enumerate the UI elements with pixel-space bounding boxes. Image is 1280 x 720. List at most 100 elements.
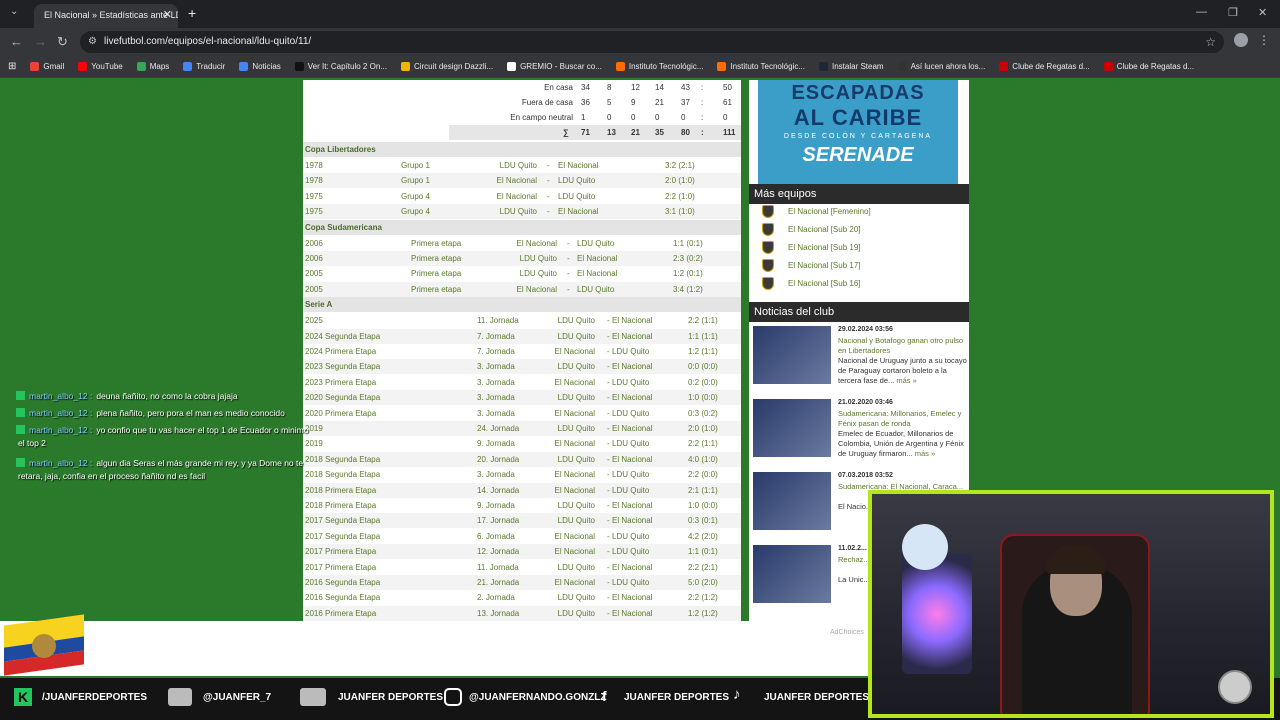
match-home-team[interactable]: El Nacional <box>555 409 595 418</box>
minimize-icon[interactable]: — <box>1196 6 1207 18</box>
match-away-team[interactable]: El Nacional <box>612 424 652 433</box>
match-round[interactable]: 14. Jornada <box>477 486 519 495</box>
match-away-team[interactable]: LDU Quito <box>577 239 614 248</box>
match-round[interactable]: 13. Jornada <box>477 609 519 618</box>
match-away-team[interactable]: El Nacional <box>612 516 652 525</box>
news-thumbnail[interactable] <box>753 472 831 530</box>
match-home-team[interactable]: El Nacional <box>555 378 595 387</box>
team-link[interactable]: El Nacional [Sub 16] <box>760 275 960 293</box>
match-row[interactable]: 2006 Primera etapa El Nacional - LDU Quito 1:… <box>303 236 741 251</box>
match-round[interactable]: 9. Jornada <box>477 501 515 510</box>
match-score[interactable]: 1:2 (0:1) <box>673 269 703 278</box>
match-home-team[interactable]: LDU Quito <box>558 563 595 572</box>
match-home-team[interactable]: LDU Quito <box>558 362 595 371</box>
match-away-team[interactable]: LDU Quito <box>612 578 649 587</box>
match-home-team[interactable]: El Nacional <box>555 532 595 541</box>
news-more-link[interactable]: más » <box>915 449 935 458</box>
bookmark-1[interactable]: YouTube <box>78 62 123 71</box>
match-round[interactable]: Grupo 4 <box>401 207 430 216</box>
match-season[interactable]: 2019 <box>305 439 323 448</box>
back-icon[interactable]: ← <box>10 34 23 49</box>
match-score[interactable]: 2:2 (1:1) <box>688 439 718 448</box>
match-season[interactable]: 2023 Primera Etapa <box>305 378 376 387</box>
match-round[interactable]: 3. Jornada <box>477 470 515 479</box>
new-tab-icon[interactable]: + <box>188 5 196 21</box>
match-round[interactable]: Grupo 1 <box>401 176 430 185</box>
news-title[interactable]: Nacional y Botafogo ganan otro pulso en … <box>838 336 968 356</box>
match-away-team[interactable]: LDU Quito <box>558 176 595 185</box>
bookmark-8[interactable]: Instituto Tecnológic... <box>615 62 703 71</box>
match-away-team[interactable]: El Nacional <box>612 563 652 572</box>
news-item[interactable]: 29.02.2024 03:56 Nacional y Botafogo gana… <box>753 326 968 388</box>
match-round[interactable]: 2. Jornada <box>477 593 515 602</box>
match-season[interactable]: 2018 Primera Etapa <box>305 501 376 510</box>
team-name[interactable]: El Nacional [Sub 17] <box>788 261 861 270</box>
match-score[interactable]: 1:0 (0:0) <box>688 501 718 510</box>
match-season[interactable]: 2020 Segunda Etapa <box>305 393 380 402</box>
active-tab[interactable]: El Nacional » Estadísticas ante LDU ✕ <box>34 4 178 28</box>
match-away-team[interactable]: LDU Quito <box>612 439 649 448</box>
match-away-team[interactable]: LDU Quito <box>612 378 649 387</box>
apps-grid-icon[interactable]: ⊞ <box>8 61 16 72</box>
match-row[interactable]: 1978 Grupo 1 LDU Quito - El Nacional 3:2 (2:1… <box>303 158 741 173</box>
match-score[interactable]: 1:1 (0:1) <box>673 239 703 248</box>
match-away-team[interactable]: LDU Quito <box>558 192 595 201</box>
forward-icon[interactable]: → <box>34 34 47 49</box>
match-row[interactable]: 2017 Primera Etapa 11. Jornada LDU Quito - E… <box>303 560 741 575</box>
match-season[interactable]: 2018 Segunda Etapa <box>305 455 380 464</box>
match-score[interactable]: 3:2 (2:1) <box>665 161 695 170</box>
match-row[interactable]: 2016 Segunda Etapa 2. Jornada LDU Quito - El… <box>303 590 741 605</box>
match-away-team[interactable]: LDU Quito <box>577 285 614 294</box>
match-away-team[interactable]: El Nacional <box>558 161 598 170</box>
bookmark-11[interactable]: Así lucen ahora los... <box>897 62 985 71</box>
cruise-advert[interactable]: ESCAPADAS AL CARIBE DESDE COLÓN Y CARTAG… <box>758 80 958 184</box>
match-row[interactable]: 2018 Primera Etapa 9. Jornada LDU Quito - El… <box>303 498 741 513</box>
site-info-icon[interactable]: ⚙ <box>88 36 97 47</box>
match-away-team[interactable]: LDU Quito <box>612 547 649 556</box>
match-round[interactable]: 21. Jornada <box>477 578 519 587</box>
tab-close-icon[interactable]: ✕ <box>163 8 172 21</box>
match-row[interactable]: 2005 Primera etapa LDU Quito - El Nacional 1:… <box>303 266 741 281</box>
match-round[interactable]: 11. Jornada <box>477 316 519 325</box>
match-round[interactable]: 3. Jornada <box>477 409 515 418</box>
match-score[interactable]: 1:2 (1:2) <box>688 609 718 618</box>
match-home-team[interactable]: El Nacional <box>555 578 595 587</box>
match-score[interactable]: 2:2 (1:0) <box>665 192 695 201</box>
match-score[interactable]: 1:1 (0:1) <box>688 547 718 556</box>
match-score[interactable]: 2:2 (1:1) <box>688 316 718 325</box>
match-home-team[interactable]: El Nacional <box>555 547 595 556</box>
match-score[interactable]: 0:0 (0:0) <box>688 362 718 371</box>
maximize-icon[interactable]: ❐ <box>1228 6 1238 19</box>
match-row[interactable]: 2016 Segunda Etapa 21. Jornada El Nacional… <box>303 575 741 590</box>
match-away-team[interactable]: El Nacional <box>612 316 652 325</box>
team-name[interactable]: El Nacional [Sub 16] <box>788 279 861 288</box>
team-link[interactable]: El Nacional [Femenino] <box>760 203 960 221</box>
bookmark-13[interactable]: Clube de Regatas d... <box>1103 62 1194 71</box>
match-away-team[interactable]: El Nacional <box>612 501 652 510</box>
match-away-team[interactable]: El Nacional <box>612 455 652 464</box>
match-row[interactable]: 2019 9. Jornada El Nacional - LDU Quito 2:2 (… <box>303 436 741 451</box>
match-home-team[interactable]: LDU Quito <box>520 254 557 263</box>
bookmark-10[interactable]: Instalar Steam <box>819 62 884 71</box>
news-thumbnail[interactable] <box>753 399 831 457</box>
match-home-team[interactable]: LDU Quito <box>558 455 595 464</box>
match-away-team[interactable]: El Nacional <box>612 609 652 618</box>
match-score[interactable]: 0:3 (0:2) <box>688 409 718 418</box>
match-away-team[interactable]: El Nacional <box>577 254 617 263</box>
tab-search-icon[interactable]: ⌄ <box>10 6 18 17</box>
news-title[interactable]: Sudamericana: Millonarios, Emelec y Féni… <box>838 409 968 429</box>
match-round[interactable]: 24. Jornada <box>477 424 519 433</box>
match-season[interactable]: 2017 Segunda Etapa <box>305 516 380 525</box>
match-away-team[interactable]: LDU Quito <box>612 347 649 356</box>
match-round[interactable]: 6. Jornada <box>477 532 515 541</box>
match-season[interactable]: 1975 <box>305 207 323 216</box>
match-home-team[interactable]: LDU Quito <box>520 269 557 278</box>
bookmark-6[interactable]: Circuit design Dazzli... <box>400 62 493 71</box>
match-round[interactable]: 12. Jornada <box>477 547 519 556</box>
match-row[interactable]: 1978 Grupo 1 El Nacional - LDU Quito 2:0 (1:0… <box>303 173 741 189</box>
match-row[interactable]: 2024 Primera Etapa 7. Jornada El Nacional -… <box>303 344 741 359</box>
team-link[interactable]: El Nacional [Sub 19] <box>760 239 960 257</box>
match-score[interactable]: 2:0 (1:0) <box>688 424 718 433</box>
match-home-team[interactable]: El Nacional <box>517 285 557 294</box>
match-row[interactable]: 2016 Primera Etapa 13. Jornada LDU Quito - E… <box>303 605 741 621</box>
